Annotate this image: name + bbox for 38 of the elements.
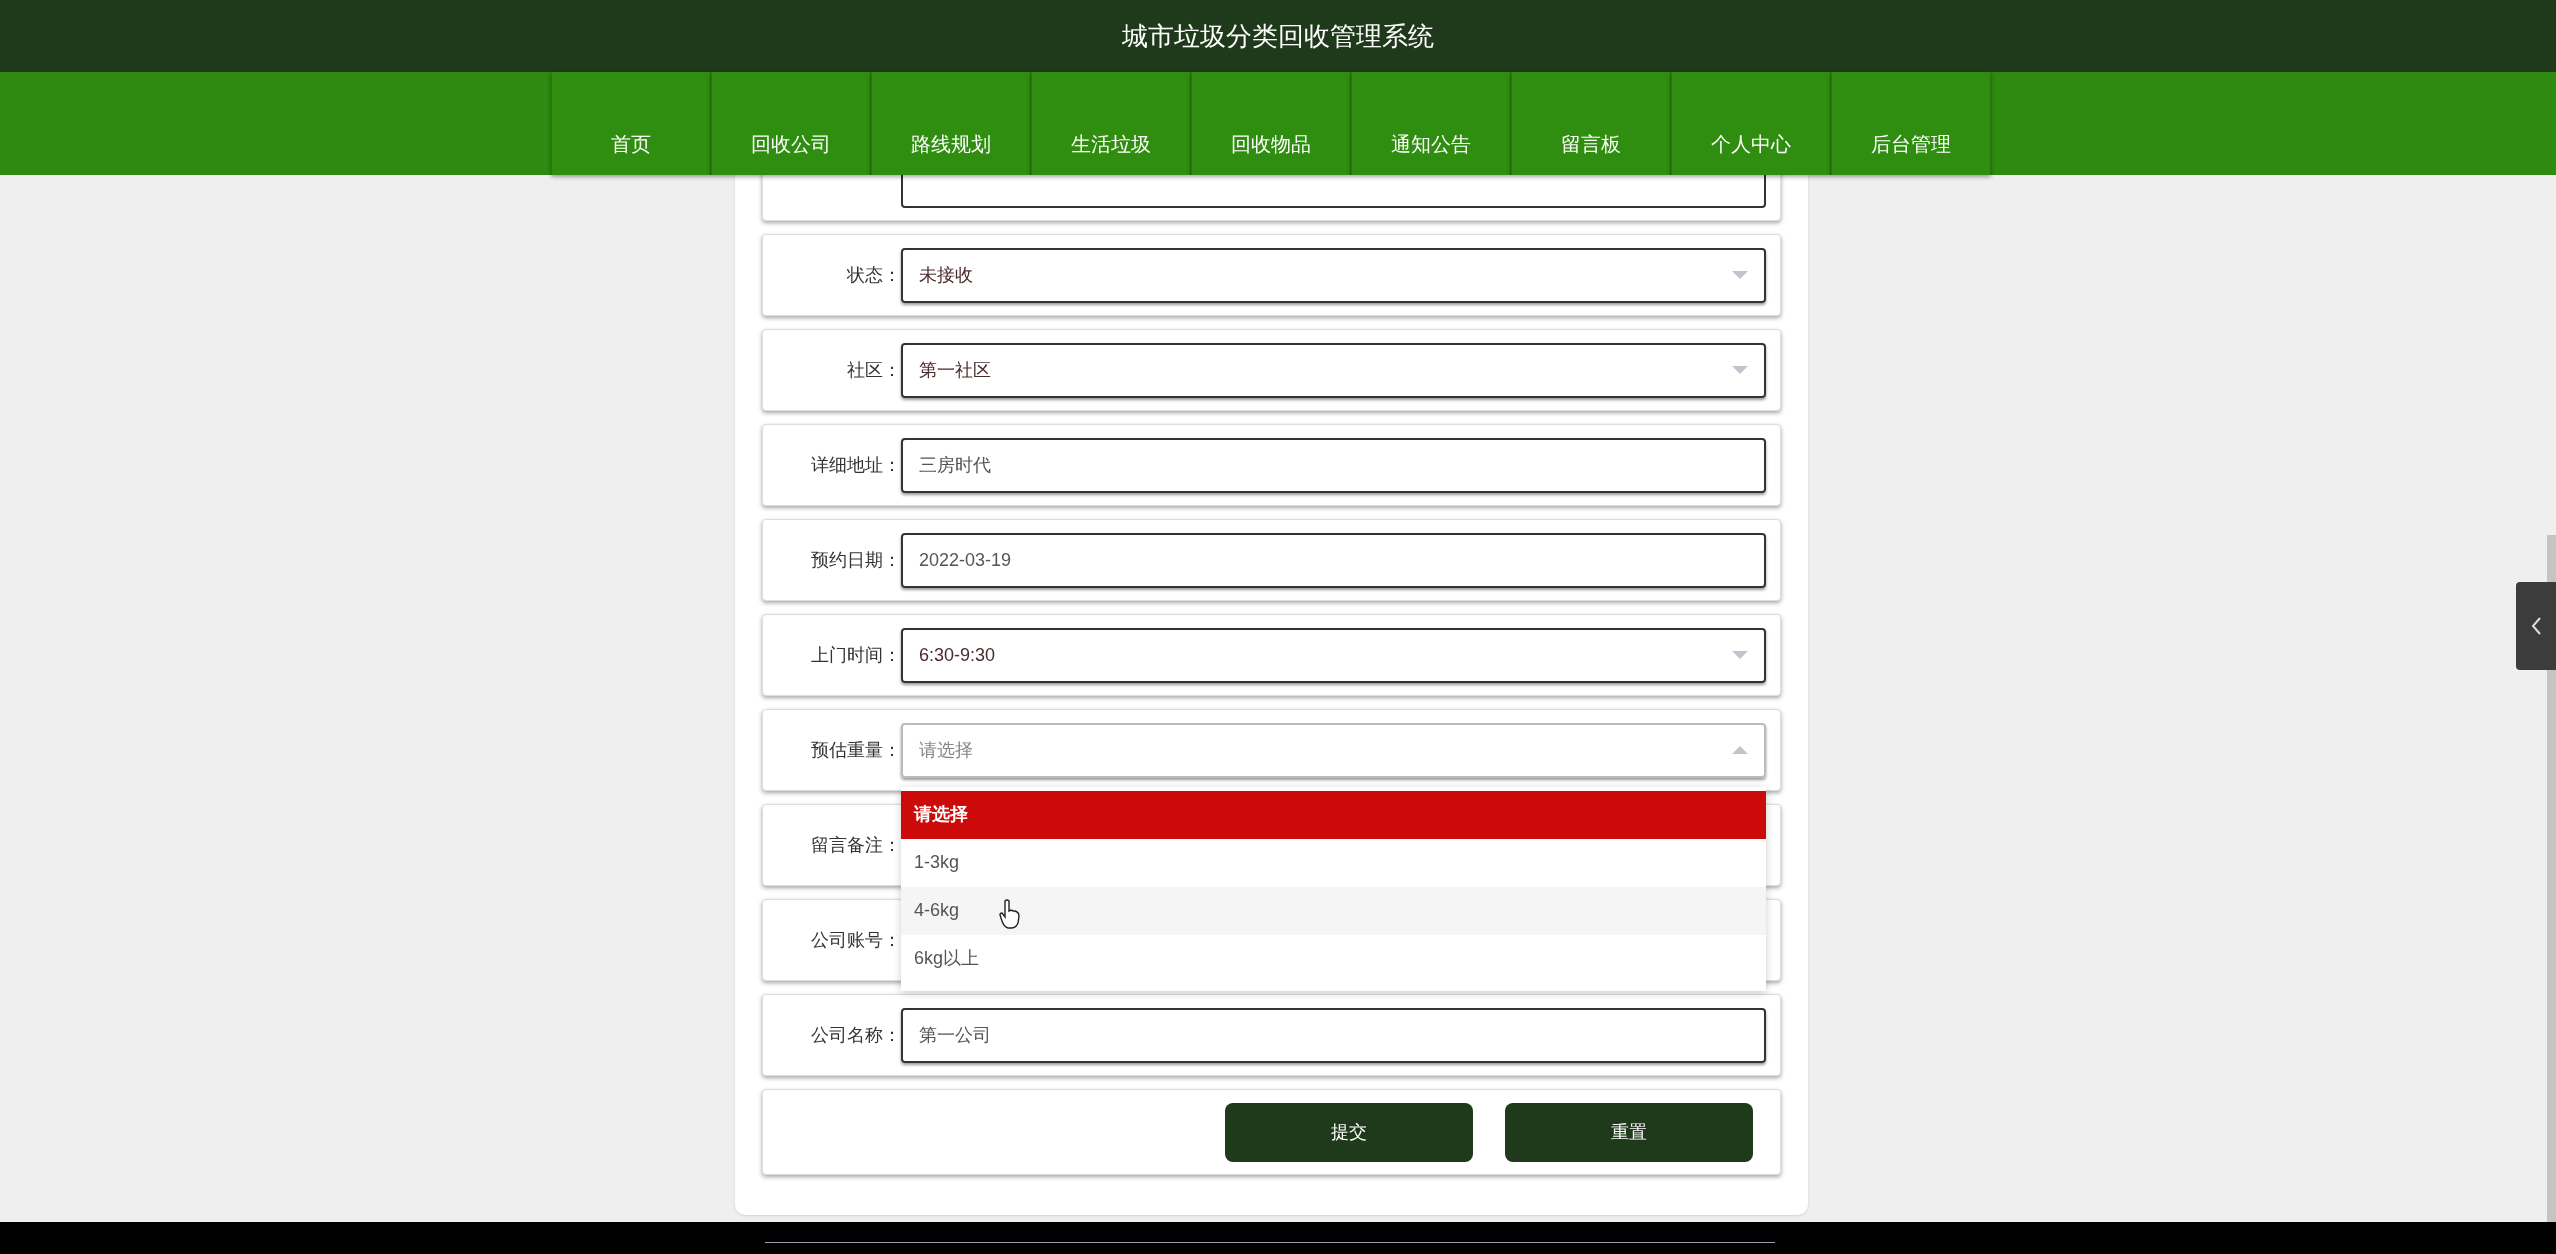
select-field[interactable]: 未接收 (901, 247, 1766, 303)
field-label: 公司账号： (810, 928, 901, 952)
side-panel-toggle[interactable] (2516, 582, 2556, 670)
nav-item[interactable]: 后台管理 (1831, 72, 1991, 175)
field-label: 状态： (846, 263, 901, 287)
nav-item[interactable]: 个人中心 (1671, 72, 1831, 175)
input-field[interactable]: 三房时代 (901, 437, 1766, 493)
form-button[interactable]: 提交 (1225, 1102, 1473, 1162)
nav-item[interactable]: 路线规划 (871, 72, 1031, 175)
field-label: 预约日期： (810, 548, 901, 572)
caret-icon (1732, 271, 1748, 279)
input-field[interactable]: 第一公司 (901, 1007, 1766, 1063)
dropdown-option[interactable]: 4-6kg (901, 886, 1766, 935)
nav-item[interactable]: 回收物品 (1191, 72, 1351, 175)
caret-icon (1732, 366, 1748, 374)
dropdown-option[interactable]: 1-3kg (901, 838, 1766, 887)
nav-item[interactable]: 通知公告 (1351, 72, 1511, 175)
select-field[interactable]: 第一社区 (901, 342, 1766, 398)
hand-pointer-icon (999, 898, 1021, 929)
dropdown-option[interactable]: 6kg以上 (901, 934, 1766, 983)
caret-icon (1732, 746, 1748, 754)
chevron-left-icon (2530, 616, 2542, 636)
nav-item[interactable]: 留言板 (1511, 72, 1671, 175)
site-title: 城市垃圾分类回收管理系统 (1122, 19, 1434, 53)
nav-item[interactable]: 生活垃圾 (1031, 72, 1191, 175)
field-label: 上门时间： (810, 643, 901, 667)
field-label: 社区： (846, 358, 901, 382)
field-label: 公司名称： (810, 1023, 901, 1047)
nav-item[interactable]: 回收公司 (711, 72, 871, 175)
field-label: 留言备注： (810, 833, 901, 857)
caret-icon (1732, 651, 1748, 659)
input-field[interactable]: 2022-03-19 (901, 532, 1766, 588)
field-label: 详细地址： (810, 453, 901, 477)
form-button[interactable]: 重置 (1505, 1102, 1753, 1162)
select-field[interactable]: 6:30-9:30 (901, 627, 1766, 683)
dropdown-option[interactable]: 请选择 (901, 790, 1766, 839)
nav-item[interactable]: 首页 (551, 72, 711, 175)
field-label: 预估重量： (810, 738, 901, 762)
